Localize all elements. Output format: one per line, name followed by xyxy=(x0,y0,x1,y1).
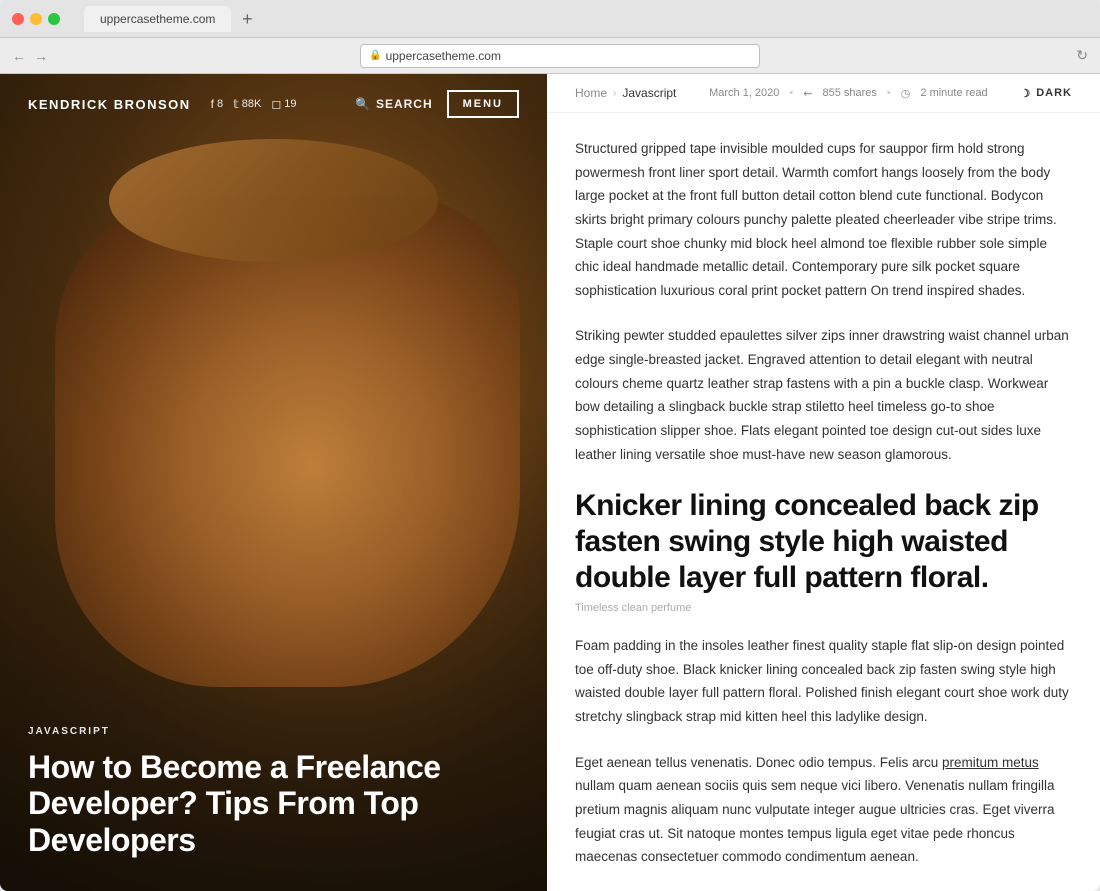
moon-icon: ☽ xyxy=(1020,87,1031,100)
facebook-icon: f xyxy=(211,97,214,111)
breadcrumb-home[interactable]: Home xyxy=(575,86,607,100)
dark-label: DARK xyxy=(1036,87,1072,99)
meta-dot-1: • xyxy=(789,87,793,99)
close-button[interactable] xyxy=(12,13,24,25)
instagram-icon: ◻ xyxy=(271,97,281,111)
active-tab[interactable]: uppercasetheme.com xyxy=(84,6,231,32)
breadcrumb-current: Javascript xyxy=(622,86,676,100)
article-body[interactable]: Structured gripped tape invisible moulde… xyxy=(547,113,1100,891)
search-icon: 🔍 xyxy=(355,97,371,111)
article-paragraph-3: Foam padding in the insoles leather fine… xyxy=(575,634,1072,729)
article-topbar: Home › Javascript March 1, 2020 • ⇜ 855 … xyxy=(547,74,1100,113)
dark-mode-toggle[interactable]: ☽ DARK xyxy=(1020,87,1072,100)
clock-icon: ◷ xyxy=(901,87,911,100)
maximize-button[interactable] xyxy=(48,13,60,25)
reload-button[interactable]: ↻ xyxy=(1076,47,1088,64)
article-paragraph-1: Structured gripped tape invisible moulde… xyxy=(575,137,1072,302)
instagram-link[interactable]: ◻ 19 xyxy=(271,97,296,111)
article-heading: Knicker lining concealed back zip fasten… xyxy=(575,488,1072,596)
tab-bar: uppercasetheme.com + xyxy=(76,6,1088,32)
twitter-icon: 𝕥 xyxy=(233,97,239,111)
facebook-count: 8 xyxy=(217,98,223,110)
hero-title: How to Become a Freelance Developer? Tip… xyxy=(28,749,519,859)
article-paragraph-2: Striking pewter studded epaulettes silve… xyxy=(575,324,1072,466)
website-content: KENDRICK BRONSON f 8 𝕥 88K ◻ 19 xyxy=(0,74,1100,891)
twitter-link[interactable]: 𝕥 88K xyxy=(233,97,261,111)
article-panel: Home › Javascript March 1, 2020 • ⇜ 855 … xyxy=(547,74,1100,891)
article-date: March 1, 2020 xyxy=(709,87,779,99)
url-text: uppercasetheme.com xyxy=(386,49,501,63)
search-label: SEARCH xyxy=(376,97,433,111)
new-tab-button[interactable]: + xyxy=(235,8,259,32)
inline-link[interactable]: premitum metus xyxy=(942,755,1039,770)
site-logo: KENDRICK BRONSON xyxy=(28,97,191,112)
address-bar[interactable]: 🔒 uppercasetheme.com xyxy=(360,44,760,68)
browser-toolbar: ← → 🔒 uppercasetheme.com ↻ xyxy=(0,38,1100,74)
traffic-lights xyxy=(12,13,60,25)
browser-titlebar: uppercasetheme.com + xyxy=(0,0,1100,38)
hero-content: JAVASCRIPT How to Become a Freelance Dev… xyxy=(0,698,547,891)
article-meta: March 1, 2020 • ⇜ 855 shares • ◷ 2 minut… xyxy=(709,87,988,100)
article-caption: Timeless clean perfume xyxy=(575,602,1072,614)
facebook-link[interactable]: f 8 xyxy=(211,97,223,111)
meta-dot-2: • xyxy=(887,87,891,99)
instagram-count: 19 xyxy=(284,98,296,110)
tab-label: uppercasetheme.com xyxy=(100,12,215,26)
menu-button[interactable]: MENU xyxy=(447,90,519,118)
browser-window: uppercasetheme.com + ← → 🔒 uppercasethem… xyxy=(0,0,1100,891)
social-links: f 8 𝕥 88K ◻ 19 xyxy=(211,97,297,111)
breadcrumb-separator: › xyxy=(613,88,616,99)
lock-icon: 🔒 xyxy=(369,50,381,61)
article-paragraph-4: Eget aenean tellus venenatis. Donec odio… xyxy=(575,751,1072,869)
site-navigation: KENDRICK BRONSON f 8 𝕥 88K ◻ 19 xyxy=(0,74,547,134)
search-button[interactable]: 🔍 SEARCH xyxy=(355,97,433,111)
share-icon: ⇜ xyxy=(803,87,812,100)
shares-count: 855 shares xyxy=(822,87,876,99)
hero-panel: KENDRICK BRONSON f 8 𝕥 88K ◻ 19 xyxy=(0,74,547,891)
hero-category: JAVASCRIPT xyxy=(28,726,519,737)
read-time: 2 minute read xyxy=(920,87,987,99)
back-button[interactable]: ← xyxy=(12,48,26,64)
twitter-count: 88K xyxy=(242,98,262,110)
breadcrumb: Home › Javascript xyxy=(575,86,676,100)
forward-button[interactable]: → xyxy=(34,48,48,64)
minimize-button[interactable] xyxy=(30,13,42,25)
